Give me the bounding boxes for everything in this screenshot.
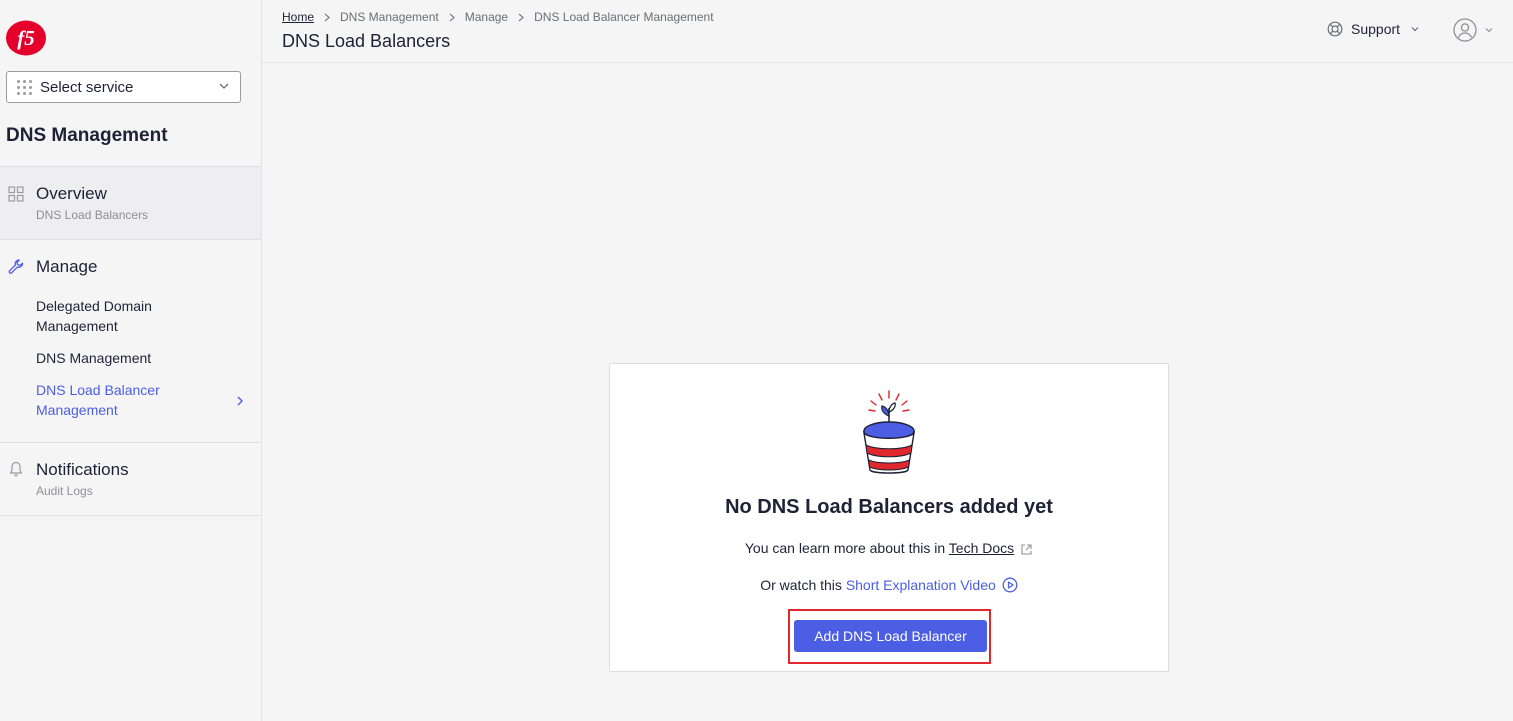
breadcrumb: Home DNS Management Manage DNS Load Bala… <box>282 10 714 24</box>
breadcrumb-home[interactable]: Home <box>282 10 314 24</box>
watch-video-text: Or watch this Short Explanation Video <box>610 577 1168 593</box>
user-menu[interactable] <box>1453 18 1494 42</box>
grid-dots-icon <box>17 79 32 95</box>
sidebar-item-delegated-domain-management[interactable]: Delegated Domain Management <box>36 296 226 336</box>
explanation-video-link[interactable]: Short Explanation Video <box>846 577 996 593</box>
add-dns-load-balancer-button[interactable]: Add DNS Load Balancer <box>794 620 987 652</box>
sidebar-item-dns-load-balancer-management[interactable]: DNS Load Balancer Management <box>36 380 226 420</box>
breadcrumb-dns-load-balancer-management[interactable]: DNS Load Balancer Management <box>534 10 713 24</box>
select-service-label: Select service <box>40 78 134 96</box>
learn-more-text: You can learn more about this in Tech Do… <box>610 540 1168 556</box>
sidebar-title: DNS Management <box>6 125 168 146</box>
select-service-dropdown[interactable]: Select service <box>6 71 241 103</box>
sidebar-item-dns-management[interactable]: DNS Management <box>36 348 226 368</box>
learn-more-prefix: You can learn more about this in <box>744 540 946 556</box>
user-avatar-icon <box>1453 18 1477 42</box>
breadcrumb-dns-management[interactable]: DNS Management <box>340 10 439 24</box>
page-title: DNS Load Balancers <box>282 31 451 51</box>
grid-icon <box>8 186 24 202</box>
external-link-icon <box>1021 544 1032 555</box>
wrench-icon <box>8 259 24 274</box>
empty-state-title: No DNS Load Balancers added yet <box>725 496 1053 518</box>
chevron-right-icon <box>449 13 455 21</box>
sidebar-item-overview[interactable]: Overview DNS Load Balancers <box>0 166 261 240</box>
empty-state-card: No DNS Load Balancers added yet You can … <box>609 363 1169 672</box>
chevron-right-icon <box>237 396 243 406</box>
sidebar-item-sub: DNS Load Balancers <box>36 208 149 222</box>
chevron-right-icon <box>518 13 524 21</box>
sidebar-item-label: Overview <box>36 184 107 203</box>
chevron-down-icon <box>1411 27 1419 32</box>
chevron-down-icon <box>219 83 229 89</box>
support-menu[interactable]: Support <box>1327 21 1428 37</box>
bell-icon <box>9 461 23 477</box>
play-circle-icon[interactable] <box>1002 577 1018 593</box>
support-label: Support <box>1351 21 1401 37</box>
top-header: Home DNS Management Manage DNS Load Bala… <box>262 0 1513 63</box>
sidebar: f5 Select service DNS Management Overvie… <box>0 0 262 721</box>
tech-docs-link[interactable]: Tech Docs <box>949 540 1014 556</box>
sidebar-item-label: Notifications <box>36 460 129 479</box>
sidebar-section-manage: Manage Delegated Domain Management DNS M… <box>0 239 261 443</box>
add-button-highlight: Add DNS Load Balancer <box>788 609 991 664</box>
chevron-right-icon <box>324 13 330 21</box>
sidebar-item-sub: Audit Logs <box>36 484 93 498</box>
f5-logo[interactable]: f5 <box>6 20 47 56</box>
plant-pot-icon <box>862 390 916 474</box>
watch-prefix: Or watch this <box>760 577 842 593</box>
chevron-down-icon <box>1485 28 1493 33</box>
breadcrumb-manage[interactable]: Manage <box>465 10 508 24</box>
lifebuoy-icon <box>1327 21 1343 37</box>
sidebar-item-manage[interactable]: Manage <box>36 257 97 277</box>
sidebar-item-notifications[interactable]: Notifications Audit Logs <box>0 442 261 516</box>
logo-text: f5 <box>17 26 35 50</box>
